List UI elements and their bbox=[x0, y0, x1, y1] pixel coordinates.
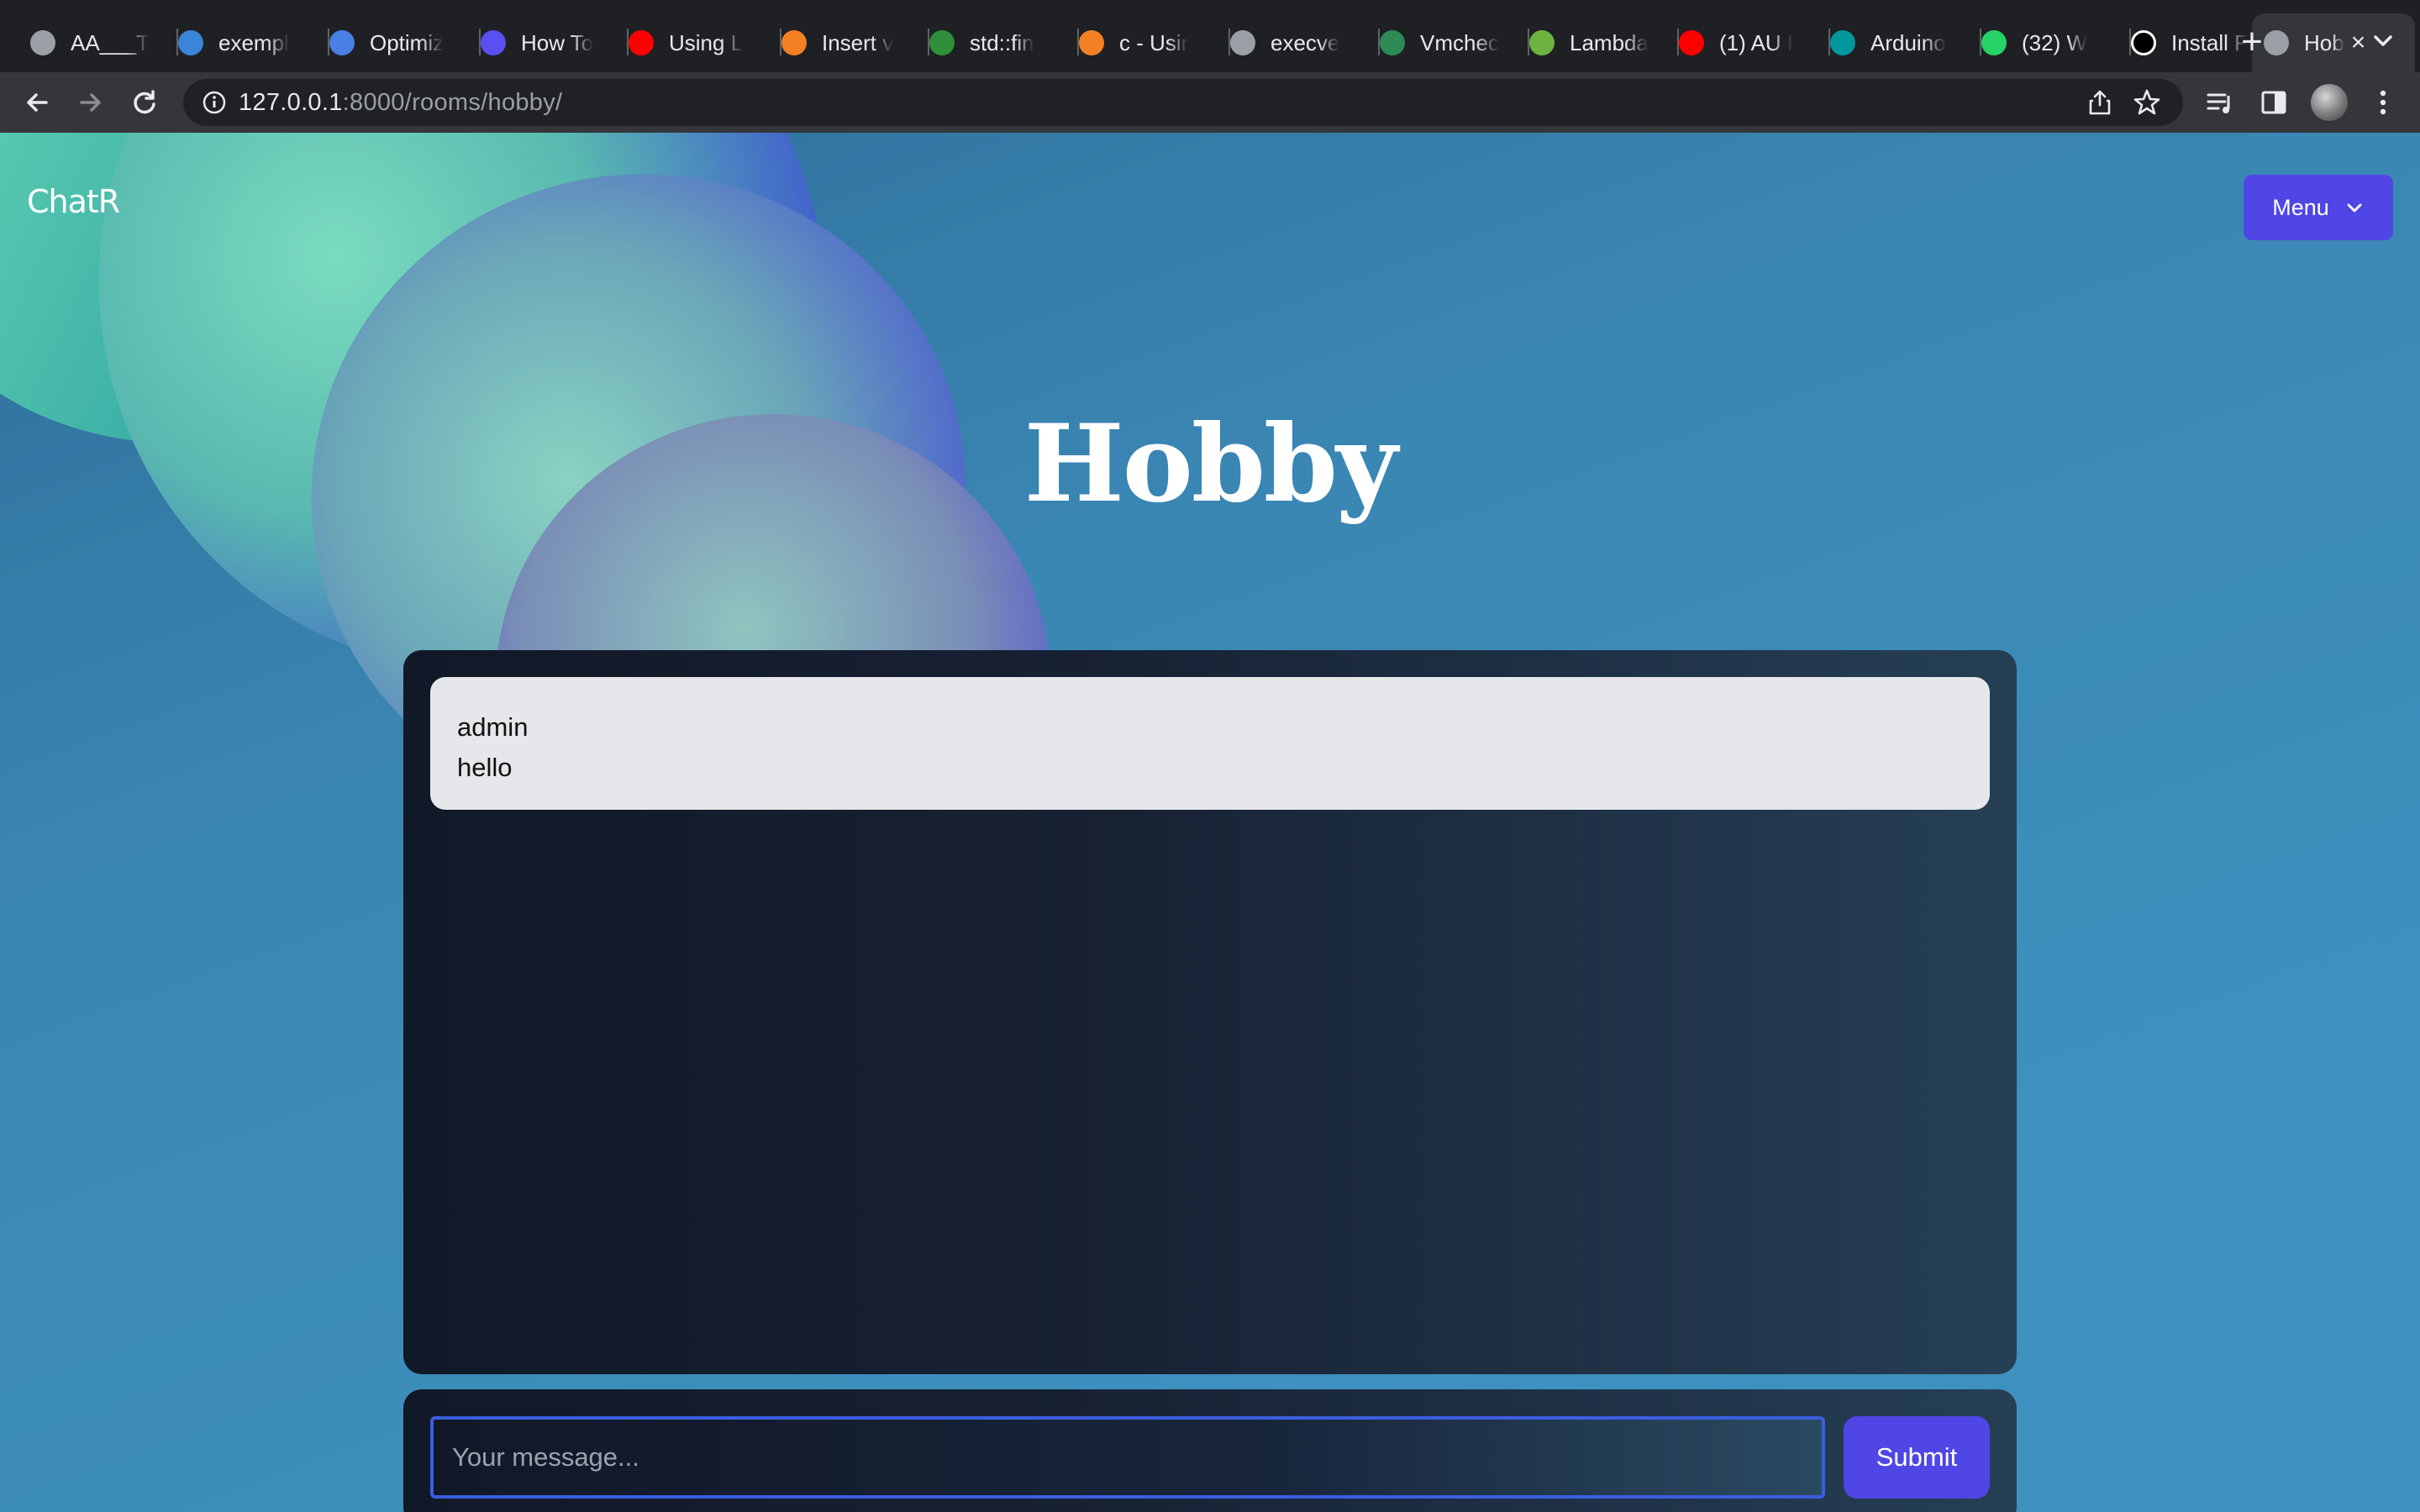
new-tab-button[interactable]: + bbox=[2235, 18, 2269, 66]
stackoverflow-icon bbox=[1079, 30, 1104, 55]
browser-tab[interactable]: exempl bbox=[178, 13, 329, 72]
arduino-icon bbox=[1830, 30, 1855, 55]
tab-label: (1) AU I bbox=[1719, 29, 1794, 55]
browser-toolbar: 127.0.0.1:8000/rooms/hobby/ bbox=[0, 72, 2420, 133]
ibb-icon bbox=[178, 30, 203, 55]
tab-search-icon[interactable] bbox=[2368, 25, 2398, 55]
chat-room-page: ChatR Menu Hobby admin hello Submit bbox=[0, 133, 2420, 1512]
globe-icon bbox=[1230, 30, 1255, 55]
browser-tab[interactable]: (32) W bbox=[1981, 13, 2131, 72]
browser-tab[interactable]: std::fin bbox=[929, 13, 1079, 72]
tab-label: Optimiz bbox=[370, 29, 445, 55]
browser-tab[interactable]: Optimiz bbox=[329, 13, 481, 72]
tab-label: Vmchec bbox=[1420, 29, 1499, 55]
profile-avatar[interactable] bbox=[2311, 84, 2348, 121]
tab-label: Lambda bbox=[1570, 29, 1649, 55]
room-title: Hobby bbox=[1023, 402, 1398, 526]
forward-button[interactable] bbox=[72, 84, 109, 121]
message-author: admin bbox=[457, 712, 529, 742]
url-text[interactable]: 127.0.0.1:8000/rooms/hobby/ bbox=[239, 89, 562, 117]
browser-tab[interactable]: AA___T bbox=[30, 13, 178, 72]
brand-logo[interactable]: ChatR bbox=[27, 183, 120, 220]
browser-tab[interactable]: Vmchec bbox=[1380, 13, 1529, 72]
back-button[interactable] bbox=[18, 84, 55, 121]
menu-button[interactable]: Menu bbox=[2244, 175, 2393, 240]
message-input[interactable] bbox=[430, 1416, 1825, 1499]
url-host: 127.0.0.1 bbox=[239, 89, 343, 116]
submit-button[interactable]: Submit bbox=[1844, 1416, 1990, 1499]
tab-strip: AA___T exempl Optimiz How To Using L Insert v… bbox=[0, 0, 2420, 72]
chat-messages: admin hello bbox=[403, 650, 2017, 1374]
chevron-down-icon bbox=[2347, 203, 2362, 213]
tab-label: AA___T bbox=[71, 29, 150, 55]
side-panel-icon[interactable] bbox=[2255, 84, 2292, 121]
info-icon[interactable] bbox=[202, 90, 227, 115]
browser-tab[interactable]: Using L bbox=[629, 13, 781, 72]
stackoverflow-icon bbox=[781, 30, 807, 55]
tab-label: execve bbox=[1270, 29, 1340, 55]
arrow-right-icon bbox=[80, 93, 101, 112]
message-composer: Submit bbox=[403, 1389, 2017, 1512]
check-icon bbox=[1380, 30, 1405, 55]
tab-label: (32) W bbox=[2022, 29, 2087, 55]
browser-tab[interactable]: How To bbox=[481, 13, 629, 72]
chat-message: admin hello bbox=[430, 677, 1990, 810]
arrow-left-icon bbox=[27, 93, 48, 112]
reload-icon bbox=[134, 90, 155, 114]
reading-list-icon[interactable] bbox=[2202, 84, 2238, 121]
tab-label: Hob bbox=[2304, 29, 2344, 55]
tab-label: How To bbox=[521, 29, 594, 55]
browser-tab[interactable]: c - Usir bbox=[1079, 13, 1230, 72]
whatsapp-icon bbox=[1981, 30, 2007, 55]
browser-tab[interactable]: Lambda bbox=[1529, 13, 1679, 72]
youtube-icon bbox=[629, 30, 654, 55]
tab-label: exempl bbox=[218, 29, 289, 55]
browser-tab[interactable]: (1) AU I bbox=[1679, 13, 1830, 72]
close-tab-icon[interactable]: × bbox=[2351, 29, 2366, 57]
globe-icon bbox=[30, 30, 55, 55]
tab-label: c - Usir bbox=[1119, 29, 1189, 55]
url-path: :8000/rooms/hobby/ bbox=[342, 89, 563, 116]
youtube-icon bbox=[1679, 30, 1704, 55]
cplusplus-icon bbox=[929, 30, 955, 55]
share-icon[interactable] bbox=[2087, 89, 2112, 116]
medium-icon bbox=[2131, 30, 2156, 55]
browser-tab[interactable]: Arduino bbox=[1830, 13, 1981, 72]
optimize-icon bbox=[329, 30, 355, 55]
bookmark-star-icon[interactable] bbox=[2133, 88, 2161, 117]
message-text: hello bbox=[457, 753, 513, 782]
tab-label: Arduino bbox=[1870, 29, 1946, 55]
reload-button[interactable] bbox=[126, 84, 163, 121]
tab-label: Insert v bbox=[822, 29, 894, 55]
tab-label: Using L bbox=[669, 29, 744, 55]
more-options-icon[interactable] bbox=[2365, 84, 2402, 121]
tab-label: std::fin bbox=[970, 29, 1034, 55]
browser-tab[interactable]: Insert v bbox=[781, 13, 929, 72]
address-bar[interactable]: 127.0.0.1:8000/rooms/hobby/ bbox=[183, 79, 2183, 126]
leaf-icon bbox=[1529, 30, 1555, 55]
u-logo-icon bbox=[481, 30, 506, 55]
menu-label: Menu bbox=[2272, 194, 2329, 220]
browser-tab[interactable]: execve bbox=[1230, 13, 1380, 72]
